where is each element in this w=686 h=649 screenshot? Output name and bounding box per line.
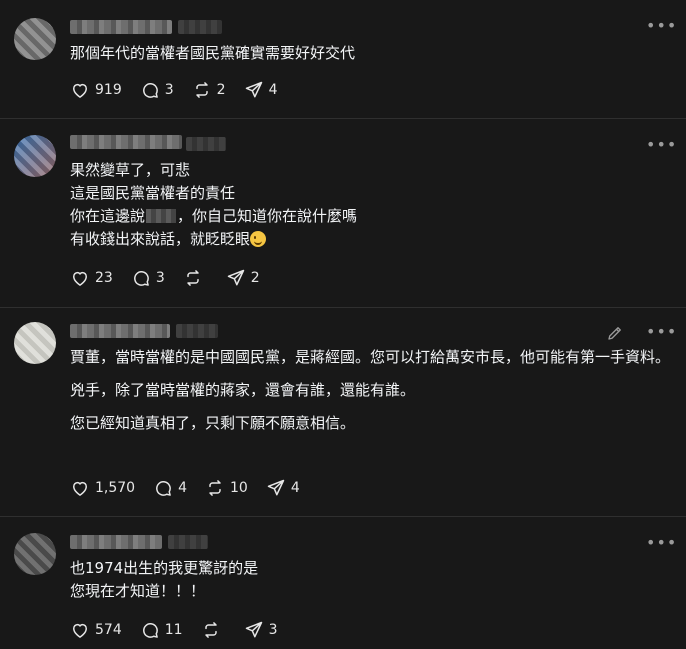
- comment-button[interactable]: 3: [140, 80, 174, 100]
- share-icon: [244, 80, 264, 100]
- reply-post-1: ••• 那個年代的當權者國民黨確實需要好好交代 919 3 2 4: [0, 0, 686, 118]
- heart-icon: [70, 620, 90, 640]
- share-button[interactable]: 3: [244, 620, 278, 640]
- avatar[interactable]: [14, 533, 56, 575]
- post-text: 果然變草了，可悲 這是國民黨當權者的責任 你在這邊說 ，你自己知道你在說什麼嗎 有…: [70, 161, 358, 248]
- username-redacted[interactable]: [70, 20, 172, 34]
- comment-count: 4: [178, 480, 188, 496]
- comment-button[interactable]: 4: [153, 478, 187, 498]
- more-icon[interactable]: •••: [646, 137, 676, 155]
- reply-post-2: ••• 果然變草了，可悲 這是國民黨當權者的責任 你在這邊說 ，你自己知道你在說什…: [0, 119, 686, 307]
- username-redacted[interactable]: [70, 535, 162, 549]
- repost-icon: [201, 620, 221, 640]
- reply-post-4: ••• 也1974出生的我更驚訝的是 您現在才知道！！！ 574 11 3: [0, 517, 686, 649]
- avatar[interactable]: [14, 18, 56, 60]
- comment-icon: [131, 268, 151, 288]
- like-count: 1,570: [95, 480, 136, 496]
- share-count: 4: [268, 82, 278, 98]
- post-text: 賈董，當時當權的是中國國民黨，是蔣經國。您可以打給萬安市長，他可能有第一手資料。…: [70, 348, 671, 432]
- share-icon: [266, 478, 286, 498]
- post-text: 那個年代的當權者國民黨確實需要好好交代: [70, 44, 356, 62]
- like-button[interactable]: 919: [70, 80, 122, 100]
- repost-icon: [183, 268, 203, 288]
- share-count: 3: [268, 622, 278, 638]
- action-bar: 919 3 2 4: [70, 80, 296, 100]
- action-bar: 574 11 3: [70, 620, 295, 640]
- share-icon: [226, 268, 246, 288]
- comment-icon: [140, 80, 160, 100]
- action-bar: 23 3 2: [70, 268, 278, 288]
- like-count: 919: [95, 82, 122, 98]
- more-icon[interactable]: •••: [646, 18, 676, 36]
- redacted-text: [146, 209, 177, 223]
- avatar[interactable]: [14, 135, 56, 177]
- avatar[interactable]: [14, 322, 56, 364]
- more-icon[interactable]: •••: [646, 535, 676, 553]
- comment-icon: [140, 620, 160, 640]
- like-button[interactable]: 1,570: [70, 478, 135, 498]
- comment-icon: [153, 478, 173, 498]
- repost-button[interactable]: 10: [205, 478, 248, 498]
- timestamp-redacted: [186, 137, 226, 151]
- timestamp-redacted: [176, 324, 218, 338]
- like-button[interactable]: 23: [70, 268, 113, 288]
- repost-count: 2: [216, 82, 226, 98]
- comment-button[interactable]: 11: [140, 620, 183, 640]
- comment-count: 3: [155, 270, 165, 286]
- repost-button[interactable]: 2: [192, 80, 226, 100]
- action-bar: 1,570 4 10 4: [70, 478, 318, 498]
- wink-emoji-icon: [250, 231, 267, 247]
- repost-icon: [205, 478, 225, 498]
- repost-count: 10: [230, 480, 248, 496]
- reply-post-3: ••• 賈董，當時當權的是中國國民黨，是蔣經國。您可以打給萬安市長，他可能有第一…: [0, 308, 686, 516]
- comment-count: 11: [164, 622, 183, 638]
- like-count: 574: [95, 622, 122, 638]
- repost-button[interactable]: [183, 268, 208, 288]
- username-redacted[interactable]: [70, 324, 170, 338]
- comment-button[interactable]: 3: [131, 268, 165, 288]
- heart-icon: [70, 478, 90, 498]
- share-icon: [244, 620, 264, 640]
- repost-button[interactable]: [201, 620, 226, 640]
- post-text: 也1974出生的我更驚訝的是 您現在才知道！！！: [70, 559, 259, 600]
- like-button[interactable]: 574: [70, 620, 122, 640]
- pencil-icon[interactable]: [606, 324, 624, 342]
- like-count: 23: [95, 270, 113, 286]
- timestamp-redacted: [178, 20, 222, 34]
- share-button[interactable]: 4: [266, 478, 300, 498]
- share-count: 4: [290, 480, 300, 496]
- heart-icon: [70, 268, 90, 288]
- comment-count: 3: [164, 82, 174, 98]
- share-button[interactable]: 2: [226, 268, 260, 288]
- more-icon[interactable]: •••: [646, 324, 676, 342]
- username-redacted[interactable]: [70, 135, 182, 149]
- repost-icon: [192, 80, 212, 100]
- timestamp-redacted: [168, 535, 208, 549]
- share-button[interactable]: 4: [244, 80, 278, 100]
- heart-icon: [70, 80, 90, 100]
- share-count: 2: [250, 270, 260, 286]
